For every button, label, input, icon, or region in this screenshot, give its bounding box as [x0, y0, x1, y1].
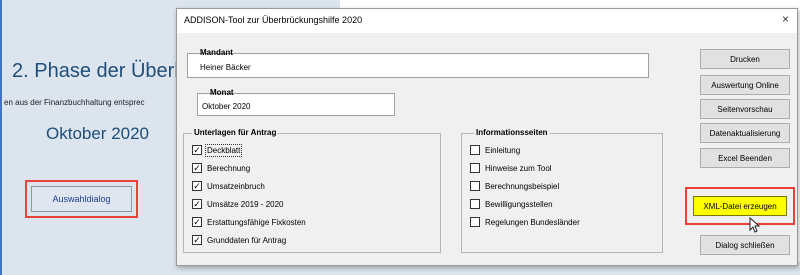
checkbox-umsatzeinbruch[interactable]: ✓ Umsatzeinbruch [192, 180, 265, 192]
checkbox-icon[interactable]: ✓ [192, 217, 202, 227]
checkbox-label: Umsatzeinbruch [207, 181, 265, 191]
checkbox-label: Regelungen Bundesländer [485, 217, 580, 227]
checkbox-icon[interactable]: ✓ [192, 235, 202, 245]
arrow-pointer-icon [749, 216, 761, 236]
seitenvorschau-button[interactable]: Seitenvorschau [700, 99, 790, 119]
checkbox-hinweise[interactable]: Hinweise zum Tool [470, 162, 552, 174]
checkbox-berechnungsbeispiel[interactable]: Berechnungsbeispiel [470, 180, 559, 192]
checkbox-deckblatt[interactable]: ✓ Deckblatt [192, 143, 243, 157]
checkbox-berechnung[interactable]: ✓ Berechnung [192, 162, 250, 174]
checkbox-label: Bewilligungsstellen [485, 199, 553, 209]
dialog-schliessen-button[interactable]: Dialog schließen [700, 235, 790, 255]
checkbox-icon[interactable]: ✓ [192, 181, 202, 191]
monat-value: Oktober 2020 [202, 102, 251, 111]
checkbox-icon[interactable] [470, 217, 480, 227]
checkbox-label: Einleitung [485, 145, 521, 155]
unterlagen-legend: Unterlagen für Antrag [192, 128, 279, 137]
informationsseiten-group: Informationsseiten Einleitung Hinweise z… [461, 128, 663, 253]
auswahldialog-button[interactable]: Auswahldialog [31, 186, 132, 212]
sheet-edge [0, 0, 2, 275]
checkbox-icon[interactable] [470, 163, 480, 173]
dialog-titlebar: ADDISON-Tool zur Überbrückungshilfe 2020… [177, 9, 797, 33]
informationsseiten-legend: Informationsseiten [474, 128, 550, 137]
checkbox-label: Hinweise zum Tool [485, 163, 552, 173]
xml-datei-button[interactable]: XML-Datei erzeugen [693, 196, 787, 216]
monat-legend: Monat [210, 88, 234, 97]
checkbox-icon[interactable] [470, 199, 480, 209]
unterlagen-group: Unterlagen für Antrag ✓ Deckblatt ✓ Bere… [183, 128, 441, 253]
checkbox-label: Berechnung [207, 163, 251, 173]
checkbox-label: Berechnungsbeispiel [485, 181, 560, 191]
mandant-value: Heiner Bäcker [200, 63, 251, 72]
checkbox-label: Deckblatt [204, 143, 243, 157]
checkbox-bewilligungsstellen[interactable]: Bewilligungsstellen [470, 198, 553, 210]
excel-beenden-button[interactable]: Excel Beenden [700, 148, 790, 168]
mandant-legend: Mandant [200, 48, 233, 57]
sheet-title: 2. Phase der Überbr [12, 60, 193, 82]
mandant-field[interactable]: Mandant Heiner Bäcker [187, 48, 649, 78]
checkbox-umsaetze[interactable]: ✓ Umsätze 2019 - 2020 [192, 198, 284, 210]
monat-field[interactable]: Monat Oktober 2020 [197, 88, 395, 116]
checkbox-icon[interactable]: ✓ [192, 163, 202, 173]
sheet-subtitle: en aus der Finanzbuchhaltung entsprec [4, 98, 145, 107]
checkbox-grunddaten[interactable]: ✓ Grunddaten für Antrag [192, 234, 286, 246]
datenaktualisierung-button[interactable]: Datenaktualisierung [700, 123, 790, 143]
checkbox-icon[interactable]: ✓ [192, 199, 202, 209]
checkbox-regelungen[interactable]: Regelungen Bundesländer [470, 216, 580, 228]
auswertung-online-button[interactable]: Auswertung Online [700, 75, 790, 95]
addison-dialog: ADDISON-Tool zur Überbrückungshilfe 2020… [176, 8, 798, 266]
checkbox-fixkosten[interactable]: ✓ Erstattungsfähige Fixkosten [192, 216, 306, 228]
checkbox-icon[interactable]: ✓ [192, 145, 202, 155]
drucken-button[interactable]: Drucken [700, 49, 790, 69]
dialog-title: ADDISON-Tool zur Überbrückungshilfe 2020 [184, 15, 363, 25]
close-icon[interactable]: × [782, 12, 789, 26]
sheet-month: Oktober 2020 [46, 124, 150, 143]
checkbox-icon[interactable] [470, 181, 480, 191]
checkbox-label: Grunddaten für Antrag [207, 235, 287, 245]
checkbox-icon[interactable] [470, 145, 480, 155]
checkbox-label: Erstattungsfähige Fixkosten [207, 217, 306, 227]
checkbox-einleitung[interactable]: Einleitung [470, 144, 520, 156]
checkbox-label: Umsätze 2019 - 2020 [207, 199, 284, 209]
